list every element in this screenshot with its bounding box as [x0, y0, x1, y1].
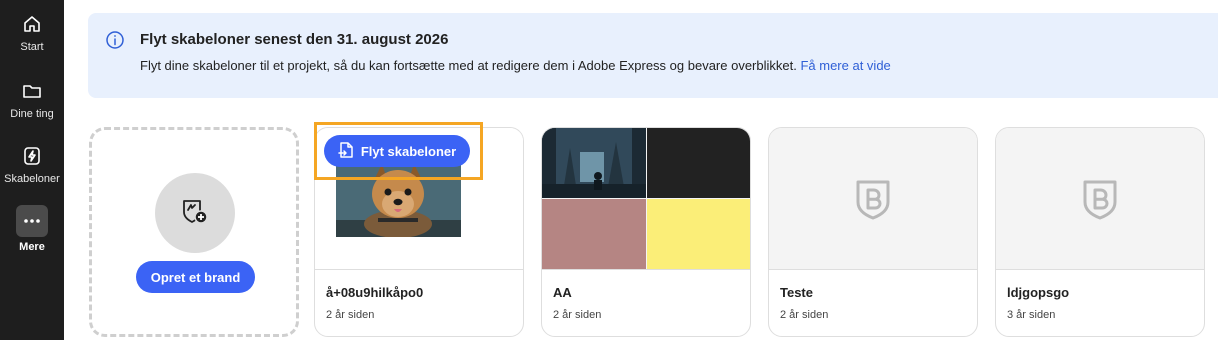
brand-add-icon: [180, 196, 210, 231]
brand-thumbnail: [769, 128, 977, 269]
brand-name: Teste: [780, 285, 813, 300]
sidebar-item-start[interactable]: Start: [0, 13, 64, 53]
home-icon: [21, 13, 43, 35]
templates-icon: [21, 145, 43, 167]
sidebar-item-label: Start: [20, 41, 44, 53]
banner-body: Flyt dine skabeloner til et projekt, så …: [140, 58, 891, 73]
create-brand-card[interactable]: Opret et brand: [89, 127, 299, 337]
info-banner: Flyt skabeloner senest den 31. august 20…: [88, 13, 1218, 98]
color-swatch-yellow: [647, 199, 750, 269]
sidebar-item-label: Dine ting: [10, 108, 54, 120]
banner-title: Flyt skabeloner senest den 31. august 20…: [140, 31, 449, 48]
brand-date: 3 år siden: [1007, 309, 1056, 321]
create-brand-button[interactable]: Opret et brand: [136, 261, 255, 293]
brand-placeholder-icon: [1082, 178, 1118, 220]
brand-name: ldjgopsgo: [1007, 285, 1070, 300]
forest-image: [542, 128, 646, 198]
brand-name: AA: [553, 285, 572, 300]
move-file-icon: [338, 141, 354, 162]
color-swatch-rose: [542, 199, 646, 269]
banner-body-text: Flyt dine skabeloner til et projekt, så …: [140, 58, 797, 73]
move-templates-button[interactable]: Flyt skabeloner: [324, 135, 470, 167]
sidebar-item-mere[interactable]: Mere: [0, 205, 64, 253]
color-swatch-dark: [647, 128, 750, 198]
card-divider: [315, 269, 523, 270]
brand-date: 2 år siden: [780, 309, 829, 321]
more-icon: [16, 205, 48, 237]
brand-thumbnail: [542, 128, 750, 269]
sidebar-item-skabeloner[interactable]: Skabeloner: [0, 145, 64, 185]
brand-date: 2 år siden: [553, 309, 602, 321]
move-templates-label: Flyt skabeloner: [360, 143, 457, 159]
card-divider: [542, 269, 750, 270]
brand-card[interactable]: Teste 2 år siden: [768, 127, 978, 337]
brand-date: 2 år siden: [326, 309, 375, 321]
learn-more-link[interactable]: Få mere at vide: [800, 58, 890, 73]
folder-icon: [21, 80, 43, 102]
card-divider: [996, 269, 1204, 270]
card-divider: [769, 269, 977, 270]
brand-placeholder-icon: [855, 178, 891, 220]
sidebar-item-dine-ting[interactable]: Dine ting: [0, 80, 64, 120]
create-brand-circle: [155, 173, 235, 253]
brand-name: å+08u9hilkåpo0: [326, 285, 424, 300]
info-icon: [105, 30, 125, 50]
left-sidebar: Start Dine ting Skabeloner Mere: [0, 0, 64, 340]
brand-card[interactable]: ldjgopsgo 3 år siden: [995, 127, 1205, 337]
brand-card[interactable]: AA 2 år siden: [541, 127, 751, 337]
sidebar-item-label: Skabeloner: [4, 173, 60, 185]
brand-thumbnail: [996, 128, 1204, 269]
sidebar-item-label: Mere: [19, 241, 45, 253]
